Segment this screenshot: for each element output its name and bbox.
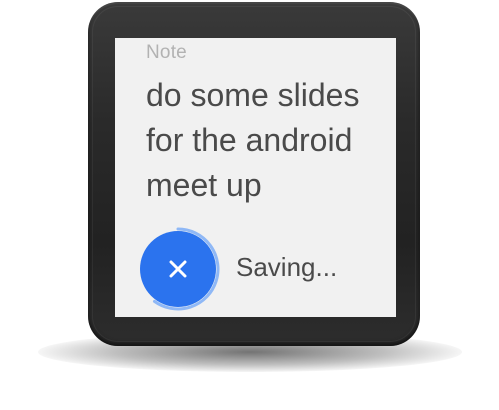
cancel-control[interactable] — [136, 226, 222, 312]
note-text: do some slides for the android meet up — [146, 77, 360, 203]
cancel-button[interactable] — [140, 231, 216, 307]
note-label: Note — [146, 42, 187, 63]
saving-status: Saving... — [236, 252, 338, 282]
watch-screen: Note do some slides for the android meet… — [115, 38, 396, 317]
watch-mockup: Note do some slides for the android meet… — [0, 0, 499, 410]
close-icon — [169, 260, 187, 278]
